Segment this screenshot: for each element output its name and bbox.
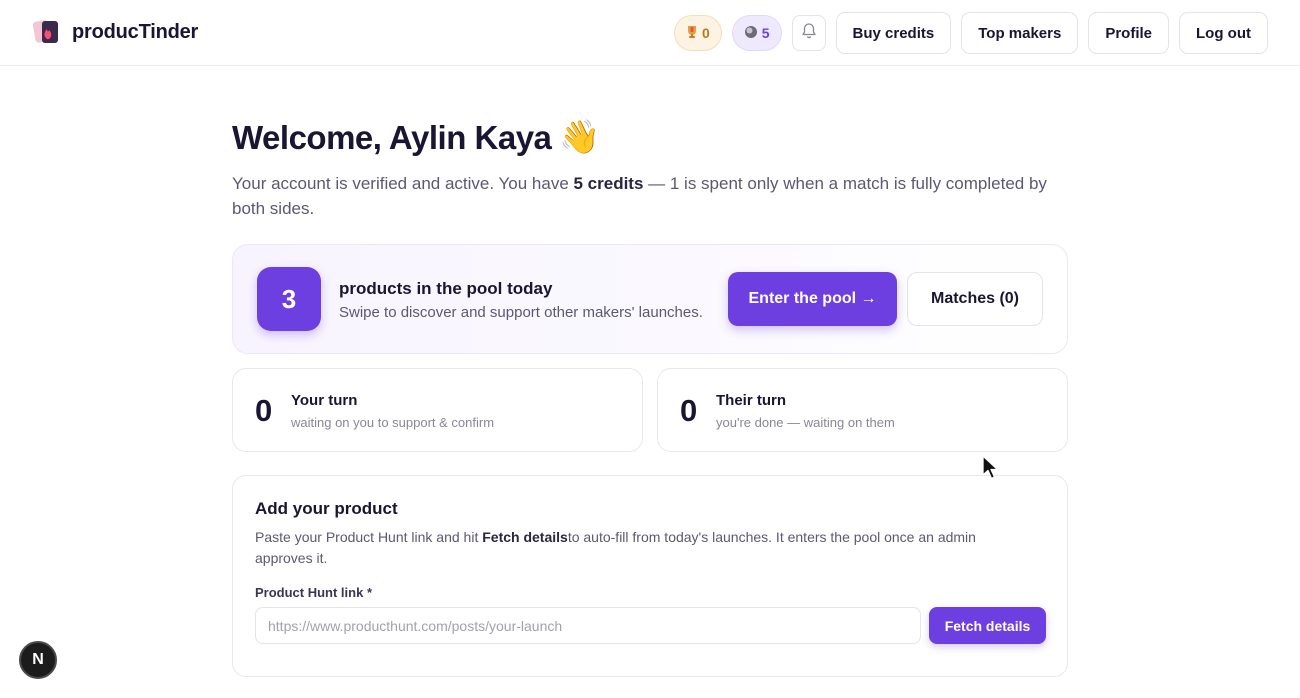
your-turn-description: waiting on you to support & confirm: [291, 415, 495, 430]
your-turn-count: 0: [255, 393, 273, 428]
enter-pool-button[interactable]: Enter the pool →: [728, 272, 897, 326]
dev-tools-badge[interactable]: N: [19, 641, 57, 679]
notifications-button[interactable]: [791, 15, 826, 51]
welcome-text: Welcome, Aylin Kaya: [232, 118, 552, 156]
add-desc-prefix: Paste your Product Hunt link and hit: [255, 529, 483, 545]
trophy-count: 0: [701, 25, 710, 41]
account-status-text: Your account is verified and active. You…: [232, 171, 1062, 221]
page-title: Welcome, Aylin Kaya 👋: [232, 118, 1068, 157]
status-prefix: Your account is verified and active. You…: [232, 174, 574, 193]
your-turn-card[interactable]: 0 Your turn waiting on you to support & …: [232, 368, 643, 452]
add-product-card: Add your product Paste your Product Hunt…: [232, 475, 1068, 677]
product-hunt-link-input[interactable]: [255, 607, 921, 644]
credits-badge[interactable]: 5: [731, 15, 782, 51]
add-product-description: Paste your Product Hunt link and hit Fet…: [255, 527, 1035, 569]
top-header: producTinder 0 5 Buy credits Top makers …: [0, 0, 1300, 66]
pool-title: products in the pool today: [339, 279, 553, 298]
trophy-icon: [686, 25, 698, 42]
logout-button[interactable]: Log out: [1179, 12, 1268, 54]
their-turn-card[interactable]: 0 Their turn you're done — waiting on th…: [657, 368, 1068, 452]
add-desc-bold: Fetch details: [482, 529, 568, 545]
coin-icon: [744, 25, 758, 42]
their-turn-description: you're done — waiting on them: [716, 415, 895, 430]
product-hunt-link-label: Product Hunt link *: [255, 585, 372, 600]
brand[interactable]: producTinder: [32, 18, 198, 46]
credits-count: 5: [761, 25, 770, 41]
pool-count-badge: 3: [257, 267, 321, 331]
their-turn-title: Their turn: [716, 392, 786, 409]
pool-description: Swipe to discover and support other make…: [339, 304, 703, 321]
logo-icon: [32, 18, 61, 46]
matches-button[interactable]: Matches (0): [907, 272, 1043, 326]
profile-button[interactable]: Profile: [1088, 12, 1170, 54]
bell-icon: [801, 22, 817, 44]
pool-card: 3 products in the pool today Swipe to di…: [232, 244, 1068, 354]
credits-highlight: 5 credits: [573, 174, 644, 193]
brand-name: producTinder: [72, 20, 199, 43]
add-product-title: Add your product: [255, 499, 398, 518]
header-nav: 0 5 Buy credits Top makers Profile Log o…: [673, 12, 1268, 54]
top-makers-button[interactable]: Top makers: [961, 12, 1079, 54]
fetch-details-button[interactable]: Fetch details: [929, 607, 1046, 644]
buy-credits-button[interactable]: Buy credits: [835, 12, 952, 54]
their-turn-count: 0: [680, 393, 698, 428]
wave-emoji: 👋: [559, 118, 600, 155]
trophy-badge[interactable]: 0: [673, 15, 722, 51]
mouse-cursor-icon: [982, 455, 1000, 486]
main-content: Welcome, Aylin Kaya 👋 Your account is ve…: [232, 118, 1068, 677]
your-turn-title: Your turn: [291, 392, 358, 409]
